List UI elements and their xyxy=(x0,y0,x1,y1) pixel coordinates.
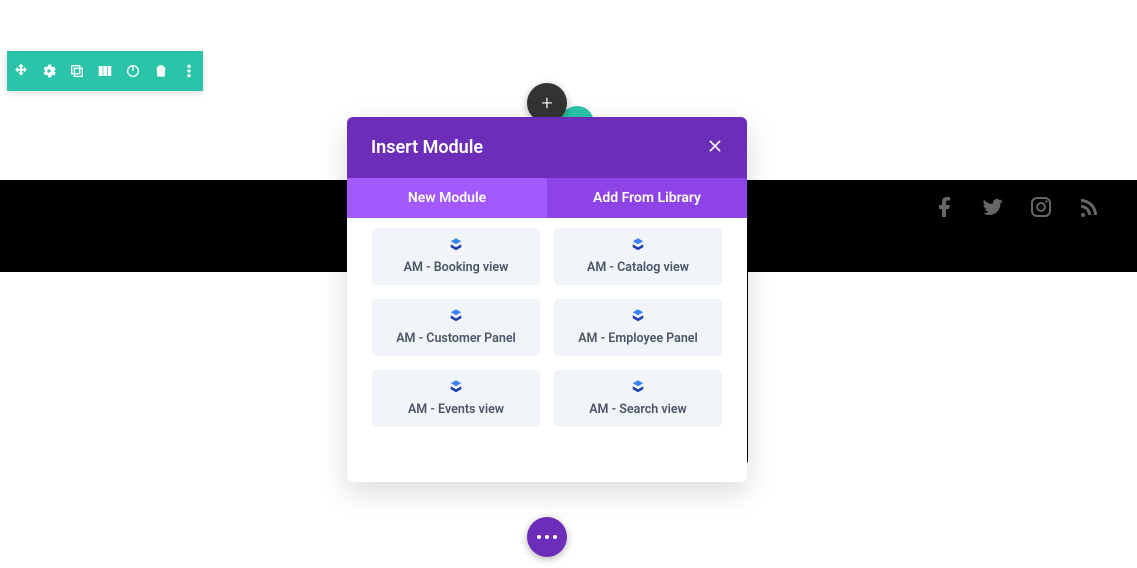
module-label: AM - Employee Panel xyxy=(578,331,698,346)
module-label: AM - Booking view xyxy=(404,260,509,275)
module-events-view[interactable]: AM - Events view xyxy=(372,370,540,427)
module-label: AM - Customer Panel xyxy=(396,331,516,346)
module-label: AM - Catalog view xyxy=(587,260,689,275)
delete-button[interactable] xyxy=(147,51,175,91)
tab-new-module-label: New Module xyxy=(408,190,486,206)
tab-new-module[interactable]: New Module xyxy=(347,178,547,218)
more-button[interactable] xyxy=(175,51,203,91)
section-toolbar xyxy=(7,51,203,91)
settings-button[interactable] xyxy=(35,51,63,91)
add-section-label: + xyxy=(541,91,552,115)
modal-header: Insert Module xyxy=(347,117,747,178)
facebook-icon[interactable] xyxy=(933,195,957,219)
modal-body: AM - Booking view AM - Catalog view AM -… xyxy=(347,218,747,447)
module-customer-panel[interactable]: AM - Customer Panel xyxy=(372,299,540,356)
tab-add-from-library-label: Add From Library xyxy=(593,190,701,206)
module-employee-panel[interactable]: AM - Employee Panel xyxy=(554,299,722,356)
module-search-view[interactable]: AM - Search view xyxy=(554,370,722,427)
twitter-icon[interactable] xyxy=(981,195,1005,219)
module-label: AM - Search view xyxy=(589,402,687,417)
module-icon xyxy=(629,236,647,254)
move-handle[interactable] xyxy=(7,51,35,91)
module-catalog-view[interactable]: AM - Catalog view xyxy=(554,228,722,285)
close-icon[interactable] xyxy=(707,138,723,157)
columns-button[interactable] xyxy=(91,51,119,91)
module-icon xyxy=(447,236,465,254)
module-label: AM - Events view xyxy=(408,402,504,417)
rss-icon[interactable] xyxy=(1077,195,1101,219)
modal-title: Insert Module xyxy=(371,137,483,158)
duplicate-button[interactable] xyxy=(63,51,91,91)
instagram-icon[interactable] xyxy=(1029,195,1053,219)
insert-module-modal: Insert Module New Module Add From Librar… xyxy=(347,117,747,482)
tab-add-from-library[interactable]: Add From Library xyxy=(547,178,747,218)
module-icon xyxy=(447,378,465,396)
module-booking-view[interactable]: AM - Booking view xyxy=(372,228,540,285)
page-more-button[interactable] xyxy=(527,517,567,557)
module-icon xyxy=(629,378,647,396)
module-icon xyxy=(447,307,465,325)
modal-tabs: New Module Add From Library xyxy=(347,178,747,218)
power-button[interactable] xyxy=(119,51,147,91)
module-icon xyxy=(629,307,647,325)
module-grid: AM - Booking view AM - Catalog view AM -… xyxy=(372,228,722,427)
